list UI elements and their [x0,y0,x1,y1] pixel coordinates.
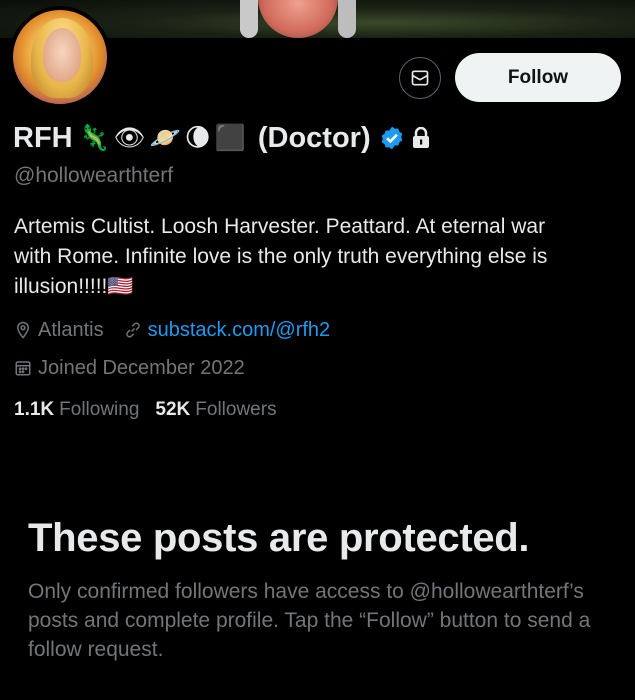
eye-emoji: 👁 [113,123,146,152]
lizard-emoji: 🦎 [78,123,110,152]
bio-line: Artemis Cultist. Loosh Harvester. Peatta… [14,215,546,238]
us-flag-emoji: 🇺🇸 [107,275,134,298]
moon-emoji: 🌘 [184,124,211,152]
lock-icon [411,127,431,149]
calendar-icon [14,359,32,377]
black-square-emoji: ⬛ [214,123,246,152]
following-label: Following [59,399,140,420]
message-button[interactable] [399,57,441,99]
verified-badge-icon[interactable] [379,125,405,151]
follow-stats: 1.1K Following 52K Followers [14,399,277,421]
bio-line: with Rome. Infinite love is the only tru… [14,245,548,268]
joined-date: Joined December 2022 [38,356,245,379]
banner-figure [240,0,258,38]
protected-title: These posts are protected. [28,516,530,560]
followers-count: 52K [155,399,191,420]
avatar-face [43,28,81,82]
link-icon [124,321,142,339]
banner-figure [338,0,356,38]
location-text: Atlantis [38,318,104,341]
following-count: 1.1K [14,399,55,420]
followers-link[interactable]: 52K Followers [155,399,276,421]
display-name-suffix: (Doctor) [257,121,371,154]
profile-bio: Artemis Cultist. Loosh Harvester. Peatta… [14,212,626,302]
following-link[interactable]: 1.1K Following [14,399,139,421]
avatar[interactable] [9,6,111,108]
profile-name-row: RFH 🦎 👁 🪐 🌘 ⬛ (Doctor) [13,118,431,158]
planet-emoji: 🪐 [149,123,181,152]
profile-meta-row: Joined December 2022 [14,355,245,381]
user-handle: @hollowearthterf [14,164,174,187]
follow-button[interactable]: Follow [455,53,621,102]
website-link[interactable]: substack.com/@rfh2 [148,319,331,342]
bio-line: illusion!!!!!🇺🇸 [14,275,134,298]
protected-message: Only confirmed followers have access to … [28,580,591,661]
profile-meta-row: Atlantis substack.com/@rfh2 [14,317,330,343]
banner-figure [258,0,338,38]
display-name: RFH [13,121,73,154]
location-pin-icon [14,320,32,340]
followers-label: Followers [195,399,277,420]
mail-icon [411,70,429,86]
